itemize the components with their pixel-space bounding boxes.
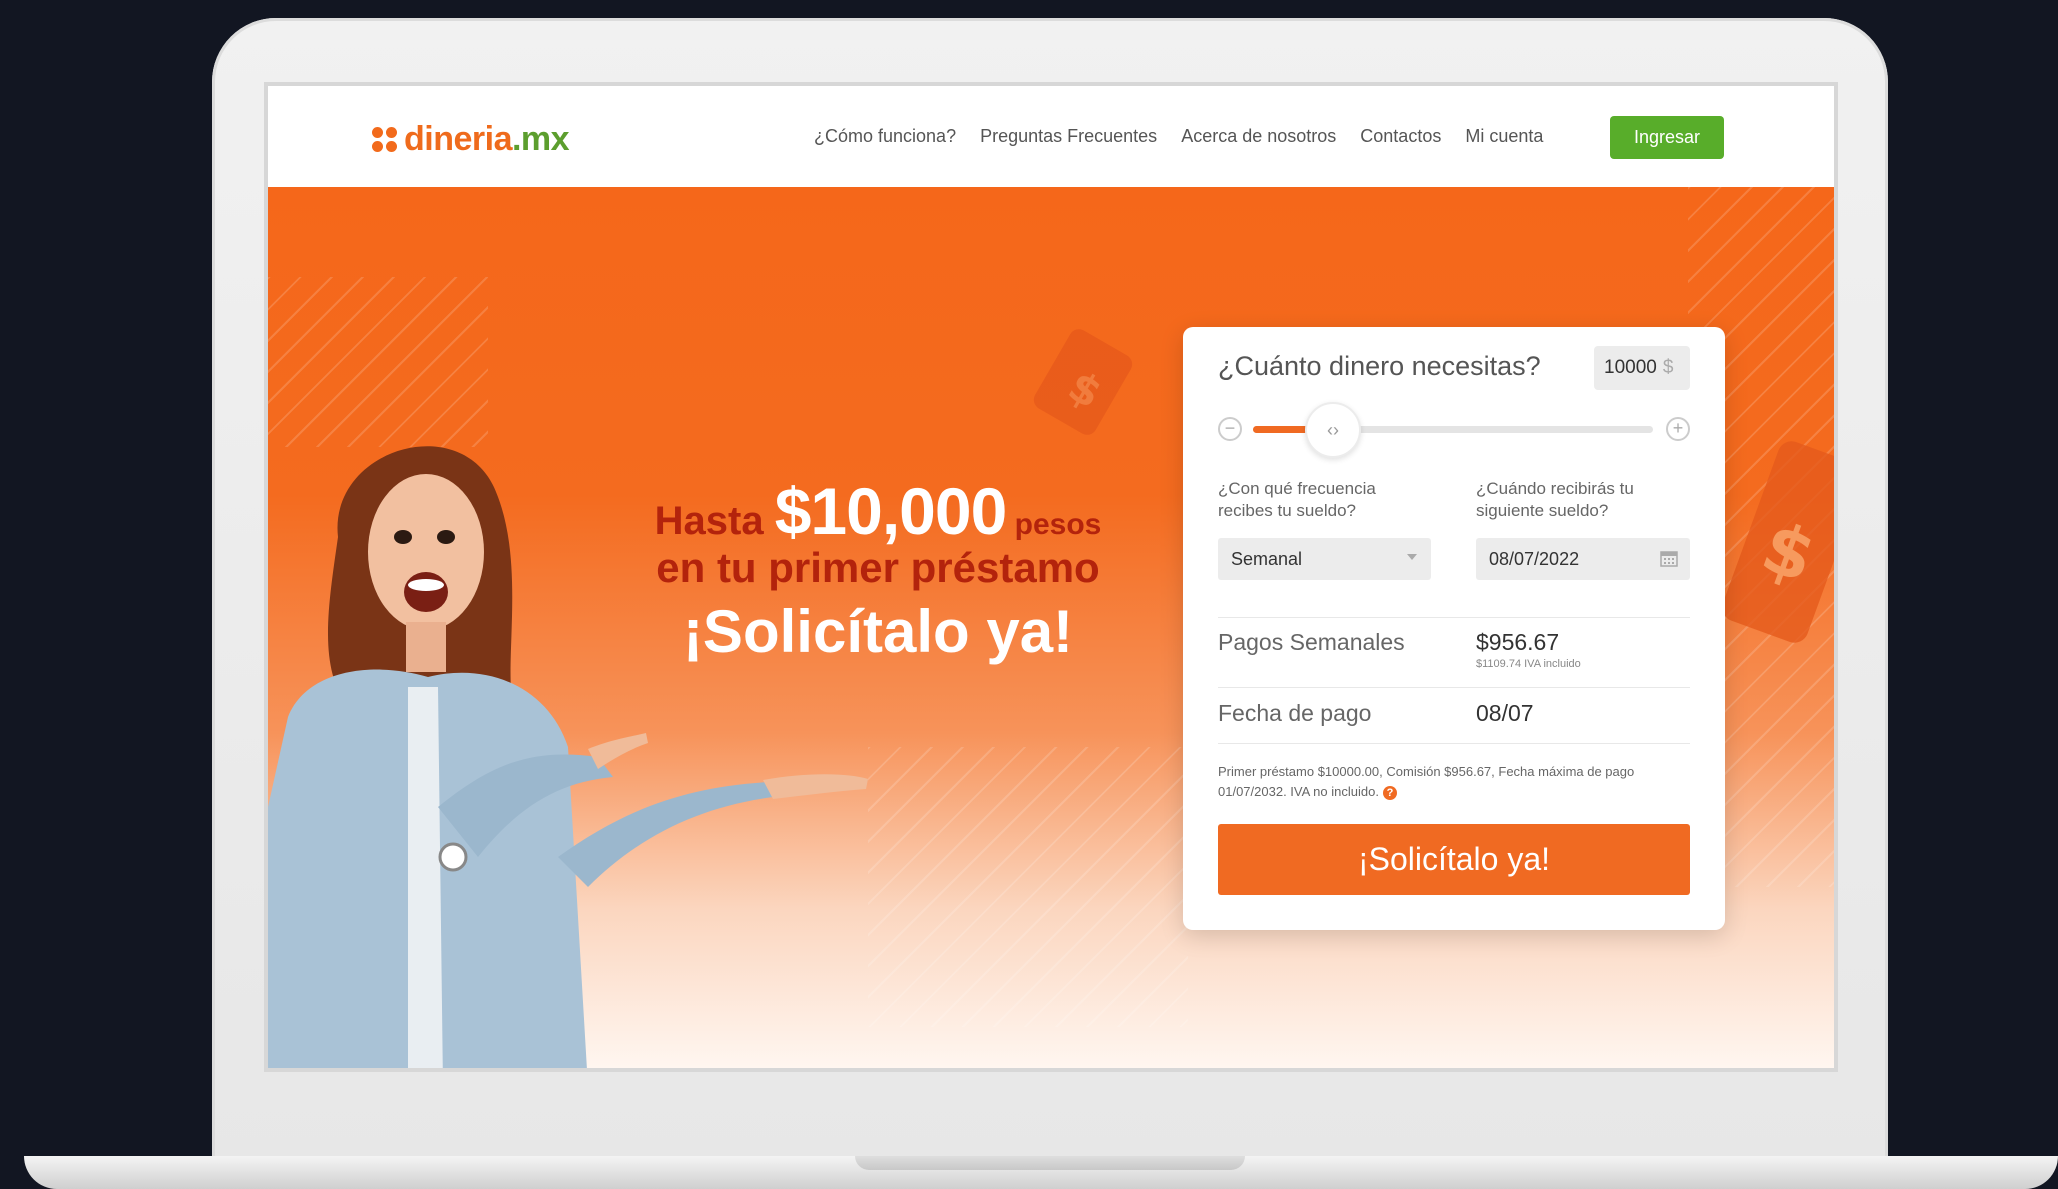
- nav-link-como-funciona[interactable]: ¿Cómo funciona?: [814, 126, 956, 147]
- headline-line-2: en tu primer préstamo: [656, 544, 1100, 592]
- logo-text-tld: .mx: [511, 120, 570, 158]
- currency-symbol: $: [1662, 357, 1674, 378]
- browser-screen: dineria.mx ¿Cómo funciona? Preguntas Fre…: [268, 86, 1834, 1068]
- decorative-stripes: [868, 747, 1188, 1027]
- divider: [1218, 617, 1690, 618]
- amount-question: ¿Cuánto dinero necesitas?: [1218, 351, 1541, 381]
- loan-calculator-card: ¿Cuánto dinero necesitas? 10000 $ − ‹› +…: [1183, 327, 1725, 930]
- amount-slider-handle[interactable]: ‹›: [1305, 402, 1361, 458]
- nav-link-mi-cuenta[interactable]: Mi cuenta: [1465, 126, 1543, 147]
- headline-amount: $10,000: [774, 474, 1008, 548]
- frequency-label: ¿Con qué frecuencia recibes tu sueldo?: [1218, 479, 1376, 521]
- headline-line-1: Hasta $10,000 pesos: [608, 474, 1148, 548]
- payments-with-tax: $1109.74 IVA incluido: [1476, 658, 1581, 670]
- nav-links: ¿Cómo funciona? Preguntas Frecuentes Ace…: [814, 126, 1567, 147]
- due-date-label: Fecha de pago: [1218, 700, 1372, 726]
- logo-dots-icon: [372, 126, 398, 153]
- amount-input[interactable]: 10000 $: [1594, 346, 1690, 390]
- loan-terms-fine-print: Primer préstamo $10000.00, Comisión $956…: [1218, 762, 1693, 801]
- top-navbar: dineria.mx ¿Cómo funciona? Preguntas Fre…: [268, 86, 1834, 188]
- login-button[interactable]: Ingresar: [1610, 116, 1724, 159]
- due-date-value: 08/07: [1476, 700, 1534, 726]
- payments-value: $956.67: [1476, 629, 1560, 655]
- logo-text-name: dineria: [404, 120, 512, 158]
- apply-now-button[interactable]: ¡Solicítalo ya!: [1218, 824, 1690, 895]
- chevron-down-icon: [1407, 554, 1417, 560]
- price-tag-icon: $: [1033, 329, 1133, 435]
- help-icon[interactable]: ?: [1382, 785, 1397, 800]
- divider: [1218, 743, 1690, 744]
- nav-link-acerca-de-nosotros[interactable]: Acerca de nosotros: [1181, 126, 1336, 147]
- loan-terms-text: Primer préstamo $10000.00, Comisión $956…: [1218, 764, 1635, 799]
- logo[interactable]: dineria.mx: [372, 120, 570, 159]
- hero-banner: $ $ Hasta $10,000 pesos en tu primer pré…: [268, 187, 1834, 1068]
- divider: [1218, 687, 1690, 688]
- next-pay-date-label: ¿Cuándo recibirás tu siguiente sueldo?: [1476, 479, 1634, 521]
- headline-suffix: pesos: [1006, 508, 1102, 541]
- next-pay-date-input[interactable]: 08/07/2022: [1476, 538, 1690, 580]
- price-tag-icon: $: [1722, 441, 1834, 643]
- headline-line-3: ¡Solicítalo ya!: [682, 598, 1074, 666]
- hero-headline: Hasta $10,000 pesos en tu primer préstam…: [608, 474, 1148, 666]
- headline-prefix: Hasta: [654, 499, 775, 543]
- next-pay-date-value: 08/07/2022: [1489, 548, 1580, 569]
- laptop-notch: [855, 1156, 1245, 1170]
- payments-label: Pagos Semanales: [1218, 629, 1405, 655]
- calendar-icon[interactable]: [1660, 550, 1678, 567]
- frequency-selected-value: Semanal: [1231, 548, 1303, 569]
- frequency-select[interactable]: Semanal: [1218, 538, 1431, 580]
- decrease-amount-button[interactable]: −: [1218, 417, 1242, 441]
- logo-text: dineria.mx: [404, 120, 570, 159]
- nav-link-contactos[interactable]: Contactos: [1360, 126, 1441, 147]
- increase-amount-button[interactable]: +: [1666, 417, 1690, 441]
- amount-value: 10000: [1604, 357, 1657, 378]
- nav-link-preguntas-frecuentes[interactable]: Preguntas Frecuentes: [980, 126, 1157, 147]
